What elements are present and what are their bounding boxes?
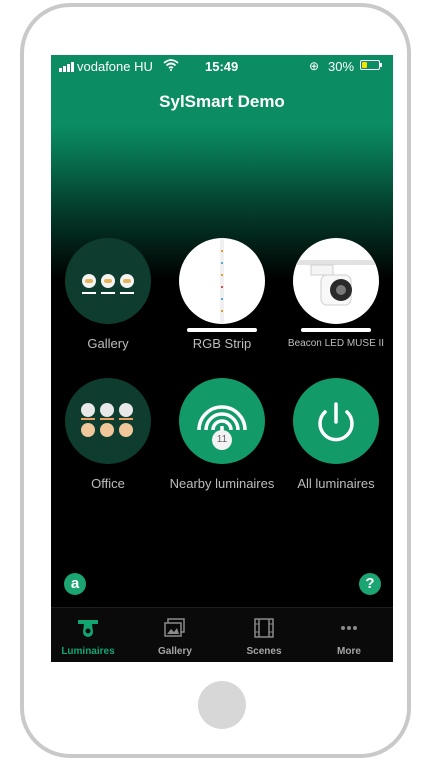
selection-underline	[301, 328, 371, 332]
lamp-group-icon	[65, 238, 151, 324]
tile-nearby-luminaires[interactable]: 11 Nearby luminaires	[167, 378, 277, 491]
battery-percent: 30%	[328, 59, 355, 74]
tile-label: Beacon LED MUSE II	[287, 338, 385, 349]
tile-office[interactable]: Office	[53, 378, 163, 491]
tile-label: RGB Strip	[192, 336, 252, 351]
carrier-label: vodafone HU	[77, 59, 153, 74]
gallery-icon	[164, 618, 186, 638]
tab-scenes[interactable]: Scenes	[229, 608, 299, 662]
more-icon	[338, 618, 360, 638]
selection-underline	[187, 328, 257, 332]
nearby-count-badge: 11	[212, 430, 232, 450]
broadcast-icon: 11	[179, 378, 265, 464]
page-title: SylSmart Demo	[159, 92, 285, 111]
led-strip-image	[179, 238, 265, 324]
tile-all-luminaires[interactable]: All luminaires	[281, 378, 391, 491]
tile-label: Gallery	[87, 336, 129, 351]
signal-icon	[59, 62, 74, 72]
tab-label: Scenes	[246, 646, 282, 657]
tab-bar: Luminaires Gallery Scenes More	[51, 607, 393, 662]
rotation-lock-icon: ⊕	[309, 59, 320, 73]
tab-gallery[interactable]: Gallery	[140, 608, 210, 662]
tile-rgb-strip[interactable]: RGB Strip	[167, 238, 277, 351]
tab-label: Luminaires	[61, 646, 115, 657]
account-icon[interactable]: a	[64, 573, 86, 595]
luminaire-icon	[77, 618, 99, 638]
tab-label: Gallery	[158, 646, 192, 657]
wifi-icon	[163, 59, 179, 74]
tile-label: All luminaires	[297, 476, 375, 491]
tile-label: Office	[91, 476, 125, 491]
tab-label: More	[337, 646, 361, 657]
app-screen: vodafone HU 15:49 ⊕ 30% SylSmart Demo Ga…	[51, 55, 393, 662]
tab-luminaires[interactable]: Luminaires	[53, 608, 123, 662]
clock: 15:49	[205, 59, 239, 74]
battery-level	[362, 62, 367, 68]
film-icon	[253, 618, 275, 638]
lamp-grid-icon	[65, 378, 151, 464]
tile-beacon-led-muse[interactable]: Beacon LED MUSE II	[281, 238, 391, 349]
battery-icon	[360, 60, 382, 70]
tab-more[interactable]: More	[314, 608, 384, 662]
tile-gallery[interactable]: Gallery	[53, 238, 163, 351]
power-icon	[293, 378, 379, 464]
tile-label: Nearby luminaires	[169, 476, 275, 491]
help-icon[interactable]: ?	[359, 573, 381, 595]
home-button[interactable]	[198, 681, 246, 729]
spotlight-image	[293, 238, 379, 324]
status-bar: vodafone HU 15:49 ⊕ 30%	[51, 55, 393, 77]
